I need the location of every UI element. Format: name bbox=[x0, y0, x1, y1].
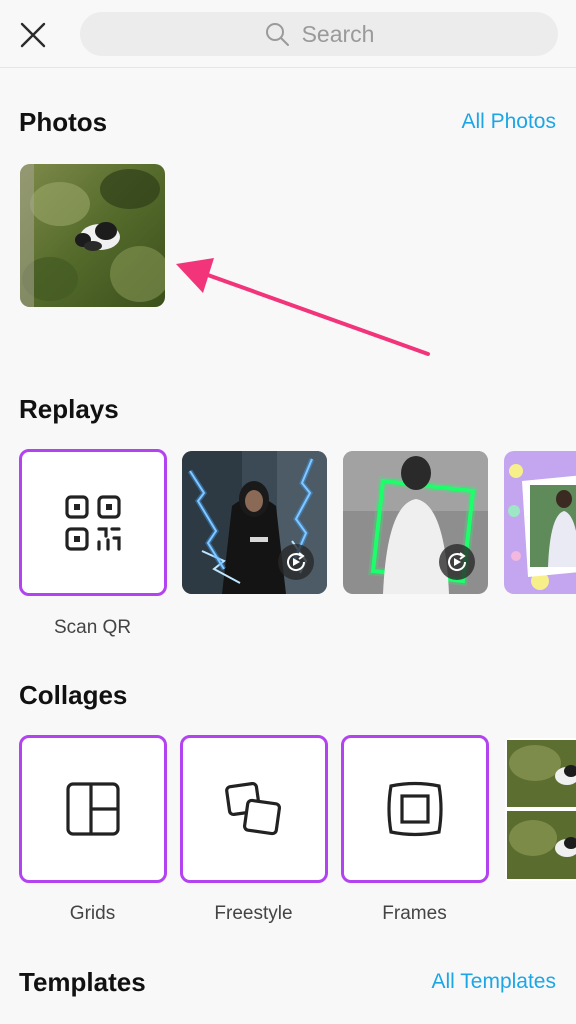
replay-icon bbox=[287, 552, 306, 571]
close-icon bbox=[20, 22, 46, 48]
qr-code-icon bbox=[65, 494, 121, 551]
close-button[interactable] bbox=[14, 16, 52, 54]
freestyle-label: Freestyle bbox=[214, 903, 293, 924]
photo-thumbnail-cat[interactable] bbox=[20, 164, 165, 307]
replays-section-title: Replays bbox=[19, 394, 119, 424]
scan-qr-tile[interactable] bbox=[19, 449, 167, 596]
freestyle-tile[interactable] bbox=[180, 735, 328, 883]
search-bar[interactable]: Search bbox=[80, 12, 558, 56]
replay-thumbnail-neon[interactable] bbox=[343, 451, 488, 594]
all-templates-link[interactable]: All Templates bbox=[431, 970, 556, 994]
app-screen: Search Photos All Photos Replays Scan QR… bbox=[0, 0, 576, 1024]
freestyle-icon bbox=[225, 781, 282, 836]
replay-thumbnail-lightning[interactable] bbox=[182, 451, 327, 594]
frames-label: Frames bbox=[382, 903, 447, 924]
replay-thumbnail-pastel[interactable] bbox=[504, 451, 576, 594]
all-photos-link[interactable]: All Photos bbox=[461, 110, 556, 134]
frame-icon bbox=[387, 781, 443, 837]
scan-qr-label: Scan QR bbox=[53, 617, 132, 638]
search-placeholder: Search bbox=[301, 20, 375, 47]
top-bar: Search bbox=[0, 0, 576, 68]
photos-section-title: Photos bbox=[19, 107, 108, 137]
grids-tile[interactable] bbox=[19, 735, 167, 883]
search-icon bbox=[264, 21, 290, 47]
collage-preview-thumbnail[interactable] bbox=[505, 738, 576, 881]
replay-badge bbox=[278, 544, 314, 580]
grids-label: Grids bbox=[69, 903, 116, 924]
frames-tile[interactable] bbox=[341, 735, 489, 883]
replay-icon bbox=[448, 552, 467, 571]
grid-layout-icon bbox=[66, 782, 120, 836]
collages-section-title: Collages bbox=[19, 680, 128, 710]
templates-section-title: Templates bbox=[19, 967, 146, 997]
replay-badge bbox=[439, 544, 475, 580]
